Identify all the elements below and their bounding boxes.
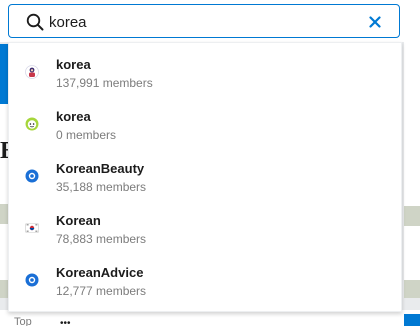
page: E Top ••• korea korea 137,991 members ko… <box>0 0 420 326</box>
background-more-icon: ••• <box>60 318 71 326</box>
search-result-item[interactable]: Korean 78,883 members <box>9 203 401 253</box>
search-results-dropdown: korea 137,991 members korea 0 members Ko… <box>8 42 402 312</box>
result-members: 0 members <box>56 128 117 142</box>
korea-community-avatar-icon <box>25 65 39 79</box>
result-members: 35,188 members <box>56 180 147 194</box>
blue-community-icon <box>25 169 39 183</box>
search-result-item[interactable]: KoreanAdvice 12,777 members <box>9 255 401 305</box>
background-sort-label: Top <box>14 316 32 326</box>
search-result-item[interactable]: KoreanBeauty 35,188 members <box>9 151 401 201</box>
result-name: korea <box>56 109 91 124</box>
result-members: 12,777 members <box>56 284 147 298</box>
background-divider-right-2 <box>404 280 420 298</box>
clear-search-button[interactable] <box>365 12 385 32</box>
result-members: 78,883 members <box>56 232 147 246</box>
search-icon <box>26 13 44 31</box>
background-card-right-2 <box>404 226 420 280</box>
korean-flag-avatar-icon <box>25 223 39 233</box>
close-icon <box>369 16 381 28</box>
result-members: 137,991 members <box>56 76 153 90</box>
search-input[interactable] <box>49 11 359 33</box>
search-result-item[interactable]: korea 137,991 members <box>9 47 401 97</box>
green-face-avatar-icon <box>25 117 39 131</box>
result-name: korea <box>56 57 91 72</box>
search-result-item[interactable]: korea 0 members <box>9 99 401 149</box>
result-name: Korean <box>56 213 101 228</box>
background-divider-right <box>404 206 420 226</box>
blue-community-icon <box>25 273 39 287</box>
background-card-right <box>404 40 420 206</box>
search-bar[interactable] <box>8 4 400 38</box>
result-name: KoreanAdvice <box>56 265 144 280</box>
background-blue-button <box>404 314 420 326</box>
result-name: KoreanBeauty <box>56 161 145 176</box>
